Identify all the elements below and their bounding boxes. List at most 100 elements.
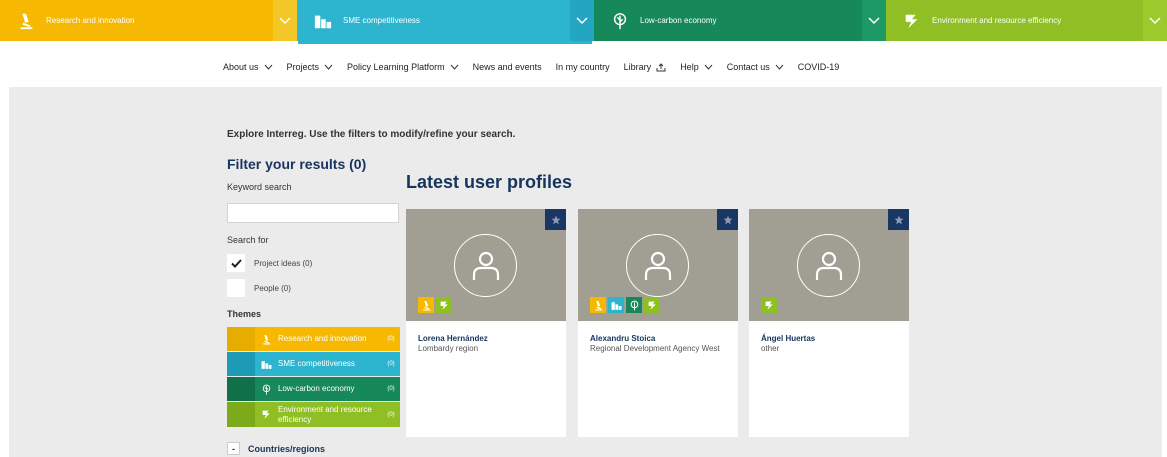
countries-regions-label: Countries/regions (248, 443, 326, 454)
chevron-down-icon[interactable] (1143, 0, 1167, 41)
nav-contact-us[interactable]: Contact us (727, 62, 784, 72)
theme-sme-competitiveness[interactable]: SME competitiveness (297, 0, 594, 41)
nav-label: Contact us (726, 62, 770, 72)
nav-news-and-events[interactable]: News and events (473, 62, 542, 72)
nav-covid-19[interactable]: COVID-19 (798, 62, 840, 72)
intro-text: Explore Interreg. Use the filters to mod… (227, 129, 516, 140)
profile-organisation: Lombardy region (418, 344, 479, 353)
nav-label: About us (223, 62, 259, 72)
keyword-search-input[interactable] (227, 203, 399, 223)
microscope-icon (418, 297, 434, 313)
theme-filter-count: (0) (387, 411, 395, 418)
chevron-down-icon[interactable] (273, 0, 297, 41)
theme-label: SME competitiveness (343, 16, 420, 25)
profile-organisation: other (761, 344, 780, 353)
theme-filter-environment[interactable]: Environment and resource efficiency (0) (227, 402, 400, 427)
profile-name[interactable]: Lorena Hernández (418, 334, 488, 343)
theme-filter-label: Environment and resource efficiency (278, 404, 372, 424)
buildings-icon (313, 11, 333, 31)
theme-filter-lead (227, 377, 255, 401)
leaf-globe-icon (610, 11, 630, 31)
theme-filter-lead (227, 352, 255, 376)
leaf-globe-icon (262, 384, 271, 394)
filter-option-project-ideas[interactable]: Project ideas (0) (227, 254, 312, 272)
profile-name[interactable]: Ángel Huertas (761, 334, 815, 343)
microscope-icon (263, 334, 271, 344)
nav-library[interactable]: Library (624, 62, 667, 72)
theme-filter-sme[interactable]: SME competitiveness (0) (227, 352, 400, 376)
buildings-icon (608, 297, 624, 313)
chevron-down-icon[interactable] (570, 0, 594, 41)
theme-filter-body: Low-carbon economy (0) (255, 377, 400, 401)
profile-card[interactable]: Lorena Hernández Lombardy region (406, 209, 566, 437)
theme-bar: Research and innovation SME competitiven… (0, 0, 1167, 41)
main-nav: About us Projects Policy Learning Platfo… (223, 62, 853, 72)
theme-filter-label: Low-carbon economy (278, 384, 355, 393)
theme-label: Low-carbon economy (640, 16, 717, 25)
theme-environment-resource-efficiency[interactable]: Environment and resource efficiency (886, 0, 1167, 41)
theme-filter-label: Research and innovation (278, 334, 367, 343)
checkbox-unchecked[interactable] (227, 279, 245, 297)
profile-card[interactable]: Ángel Huertas other (749, 209, 909, 437)
nav-label: Library (623, 62, 652, 72)
microscope-icon (16, 11, 36, 31)
favorite-star-icon[interactable] (717, 209, 738, 230)
profile-theme-tags (590, 297, 662, 313)
theme-filter-body: SME competitiveness (0) (255, 352, 400, 376)
profile-theme-tags (761, 297, 779, 313)
option-label: People (0) (254, 283, 291, 293)
chevron-down-icon (264, 64, 272, 70)
theme-filter-research[interactable]: Research and innovation (0) (227, 327, 400, 351)
nav-about-us[interactable]: About us (223, 62, 273, 72)
chevron-down-icon[interactable] (862, 0, 886, 41)
theme-filter-lead (227, 327, 255, 351)
nav-label: Policy Learning Platform (347, 62, 445, 72)
theme-research-innovation[interactable]: Research and innovation (0, 0, 297, 41)
nav-label: Projects (286, 62, 320, 72)
active-theme-indicator (298, 41, 592, 44)
microscope-icon (590, 297, 606, 313)
theme-low-carbon-economy[interactable]: Low-carbon economy (594, 0, 886, 41)
theme-filter-body: Research and innovation (0) (255, 327, 400, 351)
profile-card[interactable]: Alexandru Stoica Regional Development Ag… (578, 209, 738, 437)
nav-in-my-country[interactable]: In my country (556, 62, 610, 72)
theme-filter-label: SME competitiveness (278, 359, 355, 368)
chevron-down-icon (450, 64, 458, 70)
search-for-label: Search for (227, 235, 269, 245)
countries-regions-toggle[interactable]: - Countries/regions (227, 442, 325, 455)
recycle-icon (902, 11, 922, 31)
user-avatar-icon (454, 234, 517, 297)
theme-label: Environment and resource efficiency (932, 16, 1062, 25)
theme-filter-count: (0) (387, 361, 395, 367)
buildings-icon (261, 360, 272, 369)
favorite-star-icon[interactable] (888, 209, 909, 230)
chevron-down-icon (775, 64, 784, 70)
nav-label: Help (680, 62, 699, 72)
checkbox-checked[interactable] (227, 254, 245, 272)
profile-organisation: Regional Development Agency West (590, 344, 720, 353)
collapse-toggle[interactable]: - (227, 442, 240, 455)
external-link-icon (656, 62, 666, 71)
favorite-star-icon[interactable] (545, 209, 566, 230)
checkmark-icon (230, 258, 242, 268)
theme-filter-low-carbon[interactable]: Low-carbon economy (0) (227, 377, 400, 401)
leaf-globe-icon (626, 297, 642, 313)
user-avatar-icon (797, 234, 860, 297)
chevron-down-icon (324, 64, 333, 70)
theme-filter-body: Environment and resource efficiency (0) (255, 402, 400, 427)
recycle-icon (644, 297, 660, 313)
nav-help[interactable]: Help (680, 62, 713, 72)
recycle-icon (262, 410, 270, 419)
profile-name[interactable]: Alexandru Stoica (590, 334, 655, 343)
nav-policy-learning-platform[interactable]: Policy Learning Platform (347, 62, 459, 72)
nav-projects[interactable]: Projects (287, 62, 334, 72)
filter-option-people[interactable]: People (0) (227, 279, 291, 297)
filter-title: Filter your results (0) (227, 156, 367, 172)
theme-filter-count: (0) (387, 336, 395, 342)
theme-label: Research and innovation (46, 16, 135, 25)
profile-photo-placeholder (406, 209, 566, 321)
theme-filter-lead (227, 402, 255, 427)
nav-label: In my country (555, 62, 610, 72)
recycle-icon (436, 297, 452, 313)
latest-profiles-title: Latest user profiles (406, 172, 573, 192)
